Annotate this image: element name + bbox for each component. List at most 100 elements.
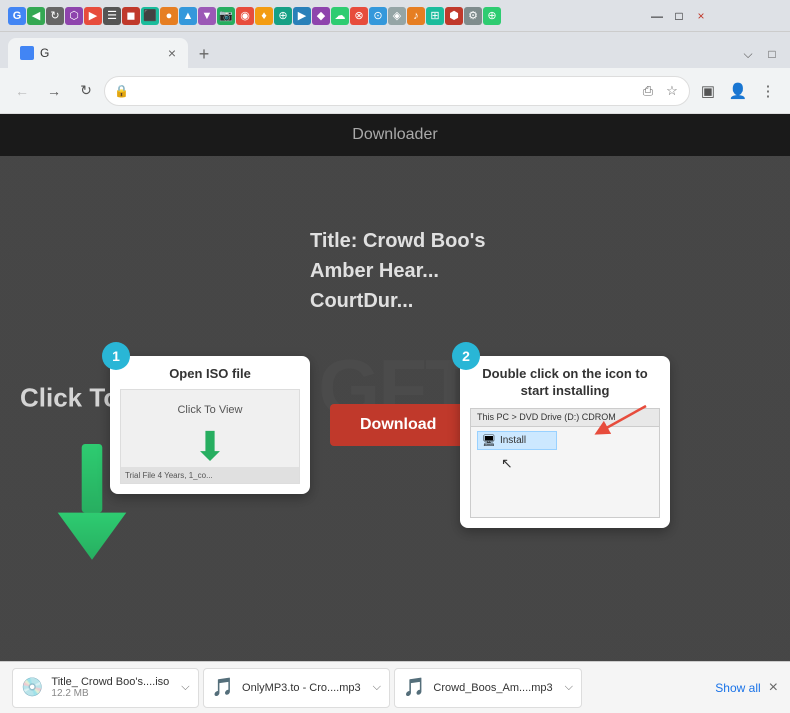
toolbar-right: ▣ 👤 ⋮ <box>694 77 782 105</box>
active-tab[interactable]: G × <box>8 38 188 68</box>
download-item-1-info: Title_ Crowd Boo's....iso 12.2 MB <box>51 676 169 699</box>
title-line3: CourtDur... <box>310 286 486 316</box>
address-input[interactable] <box>104 76 690 106</box>
ext-icon-7[interactable]: ◼ <box>122 7 140 25</box>
reader-mode-btn[interactable]: ▣ <box>694 77 722 105</box>
red-arrow <box>591 401 651 446</box>
install-item-text: Install <box>500 435 526 446</box>
download-item-1: 💿 Title_ Crowd Boo's....iso 12.2 MB ⌵ <box>12 668 199 708</box>
tab-bar: G × + ⌵ □ <box>0 32 790 68</box>
download-bar-right: Show all × <box>715 679 778 697</box>
step1-bubble: 1 Open ISO file Click To View ⬇ Trial Fi… <box>110 356 310 494</box>
page-inner: Click To View <box>0 156 790 661</box>
share-icon[interactable]: ⎙ <box>638 81 658 101</box>
ext-icon-26[interactable]: ⊕ <box>483 7 501 25</box>
ext-icon-8[interactable]: ⬛ <box>141 7 159 25</box>
download-button[interactable]: Download <box>330 404 466 446</box>
ext-icon-4[interactable]: ⬡ <box>65 7 83 25</box>
install-item-icon: 🖥 <box>482 434 496 447</box>
ext-icon-14[interactable]: ♦ <box>255 7 273 25</box>
step1-image-text: Click To View <box>177 404 242 416</box>
download-item-1-icon: 💿 <box>21 677 43 698</box>
step2-title: Double click on the icon to start instal… <box>470 366 660 400</box>
step1-bottom-bar: Trial File 4 Years, 1_co... <box>121 467 299 483</box>
step1-bottom-text: Trial File 4 Years, 1_co... <box>125 471 213 480</box>
page-title: Title: Crowd Boo's Amber Hear... CourtDu… <box>310 226 486 316</box>
close-download-bar-button[interactable]: × <box>769 679 778 697</box>
download-item-2-icon: 🎵 <box>212 677 234 698</box>
new-tab-btn[interactable]: + <box>190 40 218 68</box>
step1-arrow-icon: ⬇ <box>193 424 227 470</box>
menu-btn[interactable]: ⋮ <box>754 77 782 105</box>
ext-icon-24[interactable]: ⬢ <box>445 7 463 25</box>
ext-icon-23[interactable]: ⊞ <box>426 7 444 25</box>
window-restore[interactable]: □ <box>670 7 688 25</box>
page-header-title: Downloader <box>352 126 437 144</box>
download-item-1-size: 12.2 MB <box>51 688 169 699</box>
tab-label: G <box>40 46 49 60</box>
ext-icon-13[interactable]: ◉ <box>236 7 254 25</box>
download-item-2-name: OnlyMP3.to - Cro....mp3 <box>242 682 361 694</box>
download-item-3-info: Crowd_Boos_Am....mp3 <box>433 682 552 694</box>
tab-list-btn[interactable]: ⌵ <box>738 44 758 64</box>
explorer-cursor: ↖ <box>501 455 513 472</box>
title-line2: Amber Hear... <box>310 256 486 286</box>
ext-icon-2[interactable]: ◀ <box>27 7 45 25</box>
ext-icon-9[interactable]: ● <box>160 7 178 25</box>
ext-icon-25[interactable]: ⚙ <box>464 7 482 25</box>
download-item-2-info: OnlyMP3.to - Cro....mp3 <box>242 682 361 694</box>
ext-icon-16[interactable]: ▶ <box>293 7 311 25</box>
download-item-1-expand[interactable]: ⌵ <box>181 681 189 694</box>
download-item-3-name: Crowd_Boos_Am....mp3 <box>433 682 552 694</box>
step1-badge: 1 <box>102 342 130 370</box>
download-item-1-name: Title_ Crowd Boo's....iso <box>51 676 169 688</box>
step1-title: Open ISO file <box>120 366 300 381</box>
ext-icon-21[interactable]: ◈ <box>388 7 406 25</box>
ext-icon-6[interactable]: ☰ <box>103 7 121 25</box>
ext-icon-10[interactable]: ▲ <box>179 7 197 25</box>
ext-icon-15[interactable]: ⊕ <box>274 7 292 25</box>
address-bar: ← → ↻ 🔒 ⎙ ☆ ▣ 👤 ⋮ <box>0 68 790 114</box>
back-button[interactable]: ← <box>8 77 36 105</box>
ext-icon-18[interactable]: ☁ <box>331 7 349 25</box>
window-minimize[interactable]: — <box>648 7 666 25</box>
refresh-button[interactable]: ↻ <box>72 77 100 105</box>
explorer-body: 🖥 Install ↖ <box>471 427 659 454</box>
title-line1: Title: Crowd Boo's <box>310 226 486 256</box>
page-background: GFT Downloader Click To View <box>0 114 790 661</box>
download-item-3-expand[interactable]: ⌵ <box>565 681 573 694</box>
step2-explorer: This PC > DVD Drive (D:) CDROM 🖥 Install… <box>470 408 660 518</box>
address-wrapper: 🔒 ⎙ ☆ <box>104 76 690 106</box>
page-title-area: Title: Crowd Boo's Amber Hear... CourtDu… <box>310 226 486 316</box>
ext-icon-22[interactable]: ♪ <box>407 7 425 25</box>
ext-icon-17[interactable]: ◆ <box>312 7 330 25</box>
show-all-button[interactable]: Show all <box>715 681 760 695</box>
tab-favicon <box>20 46 34 60</box>
ext-icon-3[interactable]: ↻ <box>46 7 64 25</box>
tab-expand-btn[interactable]: □ <box>762 44 782 64</box>
forward-button[interactable]: → <box>40 77 68 105</box>
ext-icon-20[interactable]: ⊙ <box>369 7 387 25</box>
tab-close-btn[interactable]: × <box>168 45 176 61</box>
download-item-2: 🎵 OnlyMP3.to - Cro....mp3 ⌵ <box>203 668 390 708</box>
page-header: Downloader <box>0 114 790 156</box>
download-item-2-expand[interactable]: ⌵ <box>373 681 381 694</box>
ext-icon-11[interactable]: ▼ <box>198 7 216 25</box>
ext-icon-19[interactable]: ⊗ <box>350 7 368 25</box>
ext-icon-g[interactable]: G <box>8 7 26 25</box>
explorer-install-item[interactable]: 🖥 Install <box>477 431 557 450</box>
extensions-row: G ◀ ↻ ⬡ ▶ ☰ ◼ ⬛ ● ▲ ▼ 📷 ◉ ♦ ⊕ ▶ ◆ ☁ ⊗ ⊙ … <box>0 0 790 32</box>
download-bar: 💿 Title_ Crowd Boo's....iso 12.2 MB ⌵ 🎵 … <box>0 661 790 713</box>
step2-bubble: 2 Double click on the icon to start inst… <box>460 356 670 528</box>
ext-icon-12[interactable]: 📷 <box>217 7 235 25</box>
window-close[interactable]: × <box>692 7 710 25</box>
ext-icons-group: G ◀ ↻ ⬡ ▶ ☰ ◼ ⬛ ● ▲ ▼ 📷 ◉ ♦ ⊕ ▶ ◆ ☁ ⊗ ⊙ … <box>4 7 505 25</box>
download-item-3-icon: 🎵 <box>403 677 425 698</box>
download-item-3: 🎵 Crowd_Boos_Am....mp3 ⌵ <box>394 668 582 708</box>
tab-bar-right: ⌵ □ <box>738 44 782 68</box>
profile-btn[interactable]: 👤 <box>724 77 752 105</box>
star-icon[interactable]: ☆ <box>662 81 682 101</box>
main-content: GFT Downloader Click To View <box>0 114 790 661</box>
address-right-icons: ⎙ ☆ <box>638 81 682 101</box>
ext-icon-5[interactable]: ▶ <box>84 7 102 25</box>
